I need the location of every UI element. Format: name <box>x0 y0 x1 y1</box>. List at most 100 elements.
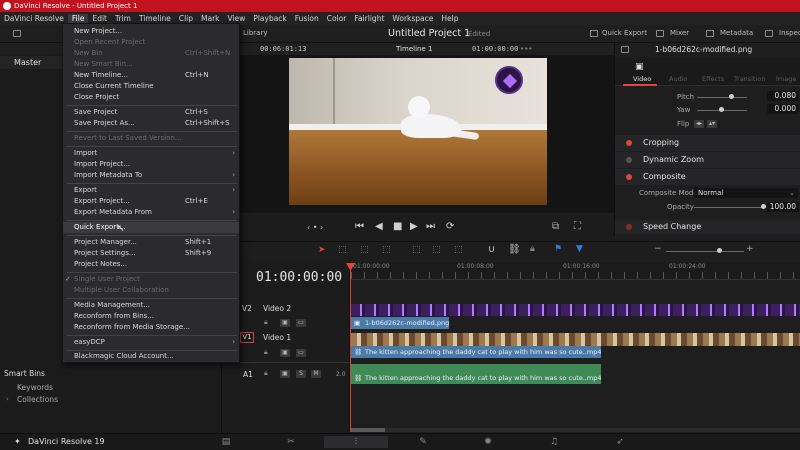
menu-item-quick-export[interactable]: Quick Export... <box>63 222 239 233</box>
smart-bins-label[interactable]: Smart Bins <box>4 369 45 378</box>
timeline-ruler[interactable]: 01:00:00:00 01:00:08:00 01:00:16:00 01:0… <box>351 262 800 280</box>
cropping-section[interactable]: Cropping <box>615 135 800 151</box>
track-id-v2[interactable]: V2 <box>242 304 252 313</box>
mixer-icon[interactable] <box>656 30 664 37</box>
menu-edit[interactable]: Edit <box>88 14 111 23</box>
v1-auto-select-icon[interactable]: ▣ <box>280 349 290 357</box>
menu-davinci[interactable]: DaVinci Resolve <box>0 14 68 23</box>
menu-file[interactable]: File <box>67 14 89 23</box>
fusion-page-icon[interactable]: ✎ <box>413 436 433 448</box>
tab-image[interactable]: Image <box>776 75 796 83</box>
menu-item-single-user[interactable]: ✓ Single User Project <box>63 274 239 285</box>
media-page-icon[interactable]: ▤ <box>216 436 236 448</box>
tab-video[interactable]: Video <box>633 75 651 83</box>
viewer-record-timecode[interactable]: 01:00:00:00 <box>472 45 518 53</box>
tab-effects[interactable]: Effects <box>702 75 724 83</box>
replace-clip-icon[interactable]: ⬚ <box>454 245 463 255</box>
composite-mode-dropdown[interactable]: Normal ⌄ <box>694 188 798 198</box>
color-page-icon[interactable]: ✺ <box>478 436 498 448</box>
dynamic-zoom-section[interactable]: Dynamic Zoom <box>615 152 800 168</box>
cropping-enable-icon[interactable] <box>626 140 632 146</box>
composite-enable-icon[interactable] <box>626 174 632 180</box>
menu-item-revert[interactable]: Revert to Last Saved Version... <box>63 133 239 144</box>
position-lock-icon[interactable]: 🔒︎ <box>530 244 535 254</box>
menu-item-media-management[interactable]: Media Management... <box>63 300 239 311</box>
keywords-item[interactable]: Keywords <box>17 383 53 392</box>
menu-item-cloud-account[interactable]: Blackmagic Cloud Account... <box>63 351 239 362</box>
inspector-button[interactable]: Inspector <box>779 29 800 37</box>
menu-item-close-project[interactable]: Close Project <box>63 92 239 103</box>
pitch-slider[interactable] <box>697 97 747 98</box>
menu-fusion[interactable]: Fusion <box>291 14 323 23</box>
tab-transition[interactable]: Transition <box>734 75 765 83</box>
metadata-icon[interactable] <box>706 30 714 37</box>
cut-page-icon[interactable]: ✂ <box>281 436 301 448</box>
deliver-page-icon[interactable]: ➶ <box>610 436 630 448</box>
menu-mark[interactable]: Mark <box>197 14 224 23</box>
track-id-v1[interactable]: V1 <box>240 332 254 343</box>
viewer-timeline-name[interactable]: Timeline 1 <box>396 45 432 53</box>
trim-tool-icon[interactable]: ⬚ <box>338 245 347 255</box>
menu-help[interactable]: Help <box>437 14 462 23</box>
overwrite-clip-icon[interactable]: ⬚ <box>432 245 441 255</box>
menu-item-easydcp[interactable]: easyDCP › <box>63 337 239 348</box>
menu-item-project-notes[interactable]: Project Notes... <box>63 259 239 270</box>
menu-item-export-project[interactable]: Export Project... Ctrl+E <box>63 196 239 207</box>
a1-auto-select-icon[interactable]: ▣ <box>280 370 290 378</box>
menu-fairlight[interactable]: Fairlight <box>350 14 388 23</box>
menu-item-project-manager[interactable]: Project Manager... Shift+1 <box>63 237 239 248</box>
a1-lock-icon[interactable]: 🔒︎ <box>264 369 268 378</box>
linked-selection-icon[interactable]: ⛓ <box>508 244 521 255</box>
menu-item-save-project[interactable]: Save Project Ctrl+S <box>63 107 239 118</box>
pitch-value[interactable]: 0.080 <box>767 91 799 101</box>
inspector-icon[interactable] <box>765 30 773 37</box>
collections-chevron-icon[interactable]: › <box>6 395 9 403</box>
timeline-scrollbar-thumb[interactable] <box>351 428 385 432</box>
menu-item-reconform-bins[interactable]: Reconform from Bins... <box>63 311 239 322</box>
flag-icon[interactable]: ⚑ <box>554 244 562 254</box>
marker-icon[interactable]: ▼ <box>576 244 583 254</box>
menu-timeline[interactable]: Timeline <box>135 14 175 23</box>
viewer-source-timecode[interactable]: 00:06:01:13 <box>260 45 306 53</box>
track-name-v2[interactable]: Video 2 <box>263 304 291 313</box>
a1-solo-button[interactable]: S <box>296 370 306 378</box>
opacity-value[interactable]: 100.00 <box>767 202 799 212</box>
menu-item-new-timeline[interactable]: New Timeline... Ctrl+N <box>63 70 239 81</box>
insert-clip-icon[interactable]: ⬚ <box>412 245 421 255</box>
playhead-line[interactable] <box>350 264 351 432</box>
v2-auto-select-icon[interactable]: ▣ <box>280 319 290 327</box>
media-pool-icon[interactable] <box>13 30 21 37</box>
timeline-zoom-slider[interactable] <box>666 251 744 252</box>
zoom-out-icon[interactable]: − <box>654 244 662 254</box>
menu-item-export-metadata[interactable]: Export Metadata From › <box>63 207 239 218</box>
library-label[interactable]: Library <box>243 29 267 37</box>
v1-enable-icon[interactable]: ▭ <box>296 349 306 357</box>
a1-clip[interactable]: ⛓ The kitten approaching the daddy cat t… <box>351 364 602 384</box>
yaw-slider-knob[interactable] <box>719 107 724 112</box>
video-tab-icon[interactable]: ▣ <box>635 62 644 72</box>
flip-vertical-icon[interactable]: ▴▾ <box>707 120 717 128</box>
menu-clip[interactable]: Clip <box>175 14 197 23</box>
menu-item-import-project[interactable]: Import Project... <box>63 159 239 170</box>
menu-workspace[interactable]: Workspace <box>388 14 437 23</box>
quick-export-icon[interactable] <box>590 30 598 37</box>
menu-view[interactable]: View <box>224 14 250 23</box>
stop-icon[interactable]: ■ <box>393 221 402 232</box>
v2-clip[interactable]: ▣ 1-b06d262c-modified.png <box>351 317 450 329</box>
menu-item-import[interactable]: Import › <box>63 148 239 159</box>
sticker-overlay-image[interactable] <box>495 66 523 94</box>
menu-item-new-smart-bin[interactable]: New Smart Bin... <box>63 59 239 70</box>
quick-export-button[interactable]: Quick Export <box>602 29 647 37</box>
menu-color[interactable]: Color <box>323 14 351 23</box>
menu-playback[interactable]: Playback <box>249 14 290 23</box>
timeline-zoom-knob[interactable] <box>717 248 722 253</box>
menu-item-import-metadata[interactable]: Import Metadata To › <box>63 170 239 181</box>
viewer-mode-icon[interactable]: ⛶ <box>574 221 581 232</box>
v1-lock-icon[interactable]: 🔒︎ <box>264 348 268 357</box>
mixer-button[interactable]: Mixer <box>670 29 689 37</box>
timeline-scrollbar[interactable] <box>351 428 800 432</box>
menu-item-multi-user[interactable]: Multiple User Collaboration <box>63 285 239 296</box>
fairlight-page-icon[interactable]: ♫ <box>544 436 564 448</box>
menu-item-export[interactable]: Export › <box>63 185 239 196</box>
opacity-slider-knob[interactable] <box>761 204 766 209</box>
